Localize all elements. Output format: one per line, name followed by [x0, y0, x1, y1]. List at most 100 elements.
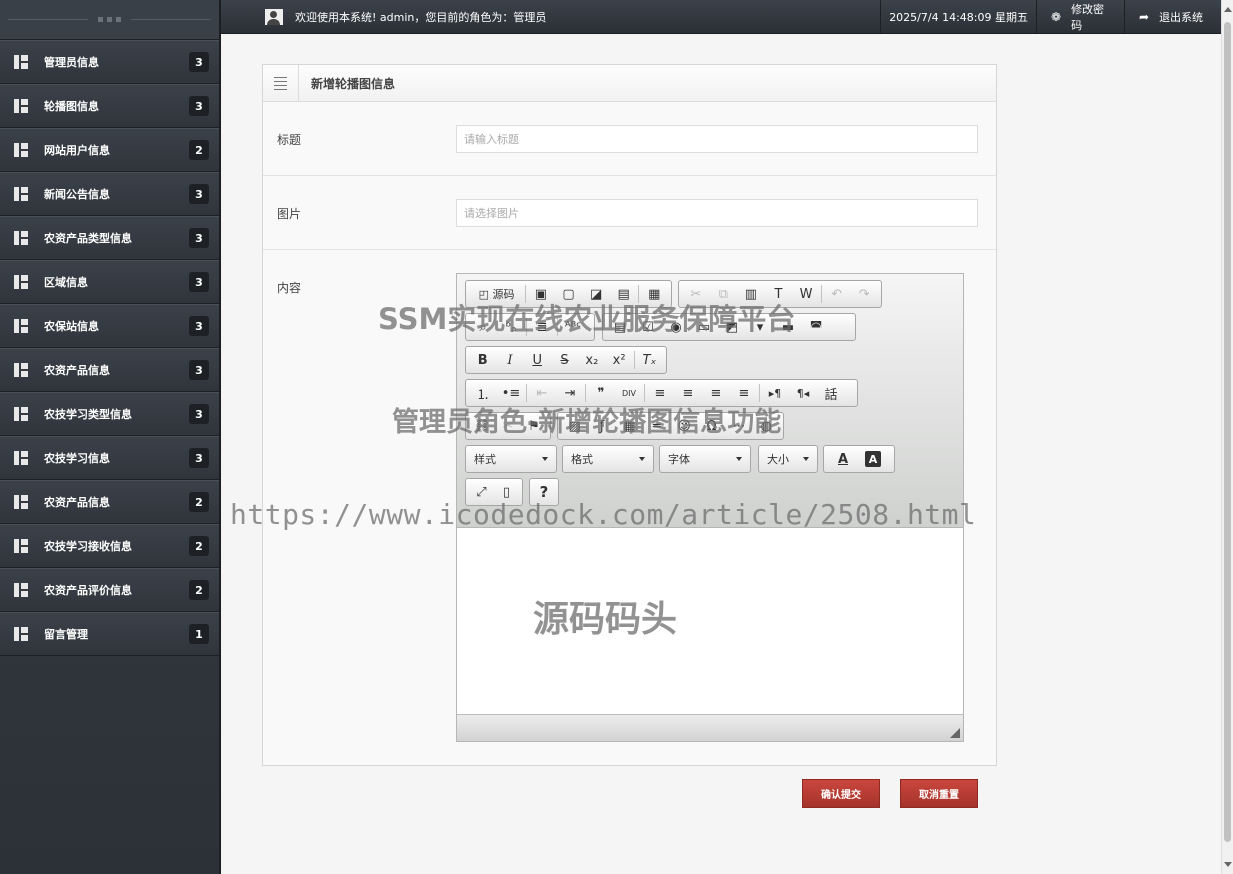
select-all-icon[interactable]: ≣ — [528, 316, 556, 338]
sidebar-item[interactable]: 农资产品评价信息 2 — [0, 568, 219, 612]
image-button-icon[interactable]: ◚ — [802, 316, 830, 338]
blockquote-icon[interactable]: ❞ — [587, 382, 615, 404]
save-icon[interactable]: ▣ — [527, 283, 555, 305]
italic-icon[interactable]: I — [496, 349, 523, 371]
sidebar-item[interactable]: 管理员信息 3 — [0, 40, 219, 84]
form-icon[interactable]: ▤ — [606, 316, 634, 338]
paste-icon[interactable]: ▥ — [737, 283, 765, 305]
preview-icon[interactable]: ◪ — [582, 283, 610, 305]
spellcheck-icon[interactable]: ᴬᴮᶜ — [559, 316, 587, 338]
format-combo[interactable]: 格式 — [562, 445, 654, 473]
sidebar-item[interactable]: 农资产品信息 2 — [0, 480, 219, 524]
underline-icon[interactable]: U — [524, 349, 551, 371]
image-icon[interactable]: ▨ — [561, 415, 588, 437]
page-break-icon[interactable]: ⋯ — [725, 415, 752, 437]
replace-icon[interactable]: ᵇₐ — [497, 316, 525, 338]
language-icon[interactable]: 話 — [817, 382, 845, 404]
print-icon[interactable]: ▤ — [610, 283, 638, 305]
indent-icon[interactable]: ⇥ — [556, 382, 584, 404]
bulleted-list-icon[interactable]: •≡ — [497, 382, 525, 404]
textarea-icon[interactable]: ◩ — [718, 316, 746, 338]
dashboard-icon — [14, 363, 28, 377]
resize-grip-icon[interactable] — [950, 728, 960, 738]
special-char-icon[interactable]: Ω — [698, 415, 725, 437]
maximize-icon[interactable]: ⤢ — [469, 481, 494, 503]
numbered-list-icon[interactable]: ⒈ — [469, 382, 497, 404]
link-icon[interactable]: ⛓ — [469, 415, 495, 437]
size-combo[interactable]: 大小 — [758, 445, 818, 473]
sidebar-item[interactable]: 留言管理 1 — [0, 612, 219, 656]
sidebar-item[interactable]: 农保站信息 3 — [0, 304, 219, 348]
form-button-icon[interactable]: ▬ — [774, 316, 802, 338]
copy-icon[interactable]: ⧉ — [710, 283, 738, 305]
style-combo[interactable]: 样式 — [465, 445, 557, 473]
sidebar-item-label: 农技学习信息 — [44, 452, 110, 465]
align-center-icon[interactable]: ≡ — [674, 382, 702, 404]
scroll-up-arrow[interactable] — [1224, 7, 1232, 12]
reset-button[interactable]: 取消重置 — [900, 779, 978, 808]
chevron-down-icon — [639, 457, 645, 461]
sidebar-item[interactable]: 区域信息 3 — [0, 260, 219, 304]
new-page-icon[interactable]: ▢ — [555, 283, 583, 305]
datetime-display: 2025/7/4 14:48:09 星期五 — [880, 0, 1036, 34]
content-label: 内容 — [277, 281, 302, 295]
sidebar-item[interactable]: 农资产品类型信息 3 — [0, 216, 219, 260]
undo-icon[interactable]: ↶ — [823, 283, 851, 305]
create-div-icon[interactable]: DIV — [615, 382, 643, 404]
sidebar-item[interactable]: 农技学习类型信息 3 — [0, 392, 219, 436]
rtl-icon[interactable]: ¶◂ — [789, 382, 817, 404]
align-left-icon[interactable]: ≡ — [646, 382, 674, 404]
font-combo[interactable]: 字体 — [659, 445, 751, 473]
sidebar-collapse-handle[interactable] — [0, 0, 219, 40]
image-input[interactable] — [456, 199, 978, 227]
help-icon[interactable]: ? — [533, 481, 555, 503]
title-input[interactable] — [456, 125, 978, 153]
redo-icon[interactable]: ↷ — [850, 283, 878, 305]
scroll-down-arrow[interactable] — [1224, 862, 1232, 867]
horizontal-rule-icon[interactable]: ═ — [643, 415, 670, 437]
logout-button[interactable]: ➦ 退出系统 — [1124, 0, 1221, 34]
strikethrough-icon[interactable]: S — [551, 349, 578, 371]
show-blocks-icon[interactable]: ▯ — [494, 481, 519, 503]
submit-button[interactable]: 确认提交 — [802, 779, 880, 808]
outdent-icon[interactable]: ⇤ — [528, 382, 556, 404]
change-password-button[interactable]: ❁ 修改密码 — [1036, 0, 1124, 34]
sidebar-item-label: 留言管理 — [44, 628, 88, 641]
bold-icon[interactable]: B — [469, 349, 496, 371]
editor-content-area[interactable] — [457, 528, 963, 714]
panel-title: 新增轮播图信息 — [311, 76, 396, 91]
iframe-icon[interactable]: ◍ — [753, 415, 780, 437]
justify-icon[interactable]: ≡ — [730, 382, 758, 404]
templates-icon[interactable]: ▦ — [640, 283, 668, 305]
ltr-icon[interactable]: ▸¶ — [761, 382, 789, 404]
align-right-icon[interactable]: ≡ — [702, 382, 730, 404]
sidebar-item-count-badge: 1 — [189, 624, 209, 644]
anchor-icon[interactable]: ⚑ — [521, 415, 547, 437]
find-icon[interactable]: ⌕ — [469, 316, 497, 338]
superscript-icon[interactable]: x² — [605, 349, 632, 371]
sidebar-item[interactable]: 农资产品信息 3 — [0, 348, 219, 392]
paste-word-icon[interactable]: W — [792, 283, 820, 305]
source-button[interactable]: ◰ 源码 — [469, 283, 524, 305]
sidebar-item[interactable]: 农技学习接收信息 2 — [0, 524, 219, 568]
radio-icon[interactable]: ◉ — [662, 316, 690, 338]
flash-icon[interactable]: ƒ — [588, 415, 615, 437]
sidebar-item[interactable]: 轮播图信息 3 — [0, 84, 219, 128]
smiley-icon[interactable]: ☺ — [671, 415, 698, 437]
sidebar-item[interactable]: 新闻公告信息 3 — [0, 172, 219, 216]
sidebar-item[interactable]: 网站用户信息 2 — [0, 128, 219, 172]
cut-icon[interactable]: ✂ — [682, 283, 710, 305]
textfield-icon[interactable]: ▭ — [690, 316, 718, 338]
table-icon[interactable]: ▦ — [616, 415, 643, 437]
sidebar-item[interactable]: 农技学习信息 3 — [0, 436, 219, 480]
subscript-icon[interactable]: x₂ — [578, 349, 605, 371]
scroll-thumb[interactable] — [1224, 22, 1231, 842]
background-color-icon[interactable]: A — [865, 451, 881, 467]
checkbox-icon[interactable]: ☑ — [634, 316, 662, 338]
text-color-icon[interactable]: A — [827, 448, 859, 470]
remove-format-icon[interactable]: Tₓ — [636, 349, 663, 371]
select-field-icon[interactable]: ▾ — [746, 316, 774, 338]
paste-text-icon[interactable]: T — [765, 283, 793, 305]
unlink-icon[interactable]: ✂ — [495, 415, 521, 437]
page-scrollbar[interactable] — [1221, 0, 1233, 874]
